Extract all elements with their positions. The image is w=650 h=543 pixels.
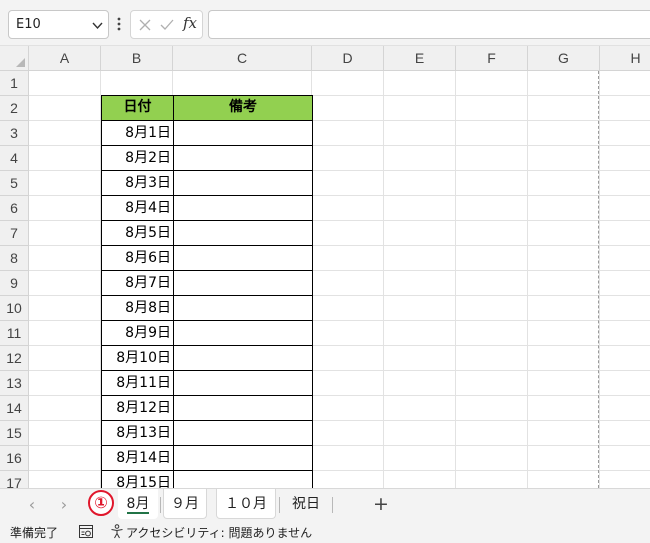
sheet-tab-holidays[interactable]: 祝日 bbox=[284, 489, 328, 519]
sheet-tab-8gatsu[interactable]: 8月 bbox=[118, 489, 158, 519]
row-header-8[interactable]: 8 bbox=[0, 246, 29, 271]
row-header-11[interactable]: 11 bbox=[0, 321, 29, 346]
column-header-g[interactable]: G bbox=[528, 46, 600, 71]
column-header-f[interactable]: F bbox=[456, 46, 528, 71]
cell-area[interactable]: 日付 備考 8月1日 8月2日 8月3日 8月4日 8月5日 8月6日 8月7日 8月8日 8月9日… bbox=[29, 71, 650, 488]
column-header-a[interactable]: A bbox=[29, 46, 101, 71]
date-cell[interactable]: 8月14日 bbox=[101, 445, 174, 471]
row-header-17[interactable]: 17 bbox=[0, 471, 29, 488]
table-header-notes[interactable]: 備考 bbox=[173, 95, 313, 121]
grid-line bbox=[455, 71, 456, 488]
row-header-2[interactable]: 2 bbox=[0, 96, 29, 121]
next-sheet-button[interactable]: › bbox=[54, 495, 74, 515]
row-header-6[interactable]: 6 bbox=[0, 196, 29, 221]
grid-line bbox=[599, 71, 600, 488]
notes-cell[interactable] bbox=[173, 370, 313, 396]
sheet-tab-10gatsu[interactable]: １０月 bbox=[216, 489, 276, 519]
tab-divider bbox=[332, 497, 333, 513]
tab-divider bbox=[279, 497, 280, 513]
notes-cell[interactable] bbox=[173, 445, 313, 471]
date-cell[interactable]: 8月8日 bbox=[101, 295, 174, 321]
date-cell[interactable]: 8月13日 bbox=[101, 420, 174, 446]
tab-divider bbox=[160, 497, 161, 513]
date-cell[interactable]: 8月7日 bbox=[101, 270, 174, 296]
date-cell[interactable]: 8月5日 bbox=[101, 220, 174, 246]
column-header-d[interactable]: D bbox=[312, 46, 384, 71]
notes-cell[interactable] bbox=[173, 145, 313, 171]
row-header-5[interactable]: 5 bbox=[0, 171, 29, 196]
date-cell[interactable]: 8月11日 bbox=[101, 370, 174, 396]
notes-cell[interactable] bbox=[173, 120, 313, 146]
notes-cell[interactable] bbox=[173, 245, 313, 271]
formula-input[interactable] bbox=[208, 10, 650, 39]
notes-cell[interactable] bbox=[173, 320, 313, 346]
notes-cell[interactable] bbox=[173, 195, 313, 221]
row-header-16[interactable]: 16 bbox=[0, 446, 29, 471]
status-ready-text: 準備完了 bbox=[10, 526, 59, 540]
date-cell[interactable]: 8月1日 bbox=[101, 120, 174, 146]
insert-function-icon[interactable]: fx bbox=[183, 14, 197, 32]
accessibility-status-text[interactable]: アクセシビリティ: 問題ありません bbox=[126, 524, 312, 541]
active-tab-indicator bbox=[127, 512, 149, 514]
column-header-h[interactable]: H bbox=[600, 46, 650, 71]
grid-line bbox=[527, 71, 528, 488]
date-cell[interactable]: 8月3日 bbox=[101, 170, 174, 196]
check-icon[interactable] bbox=[160, 18, 174, 32]
notes-cell[interactable] bbox=[173, 220, 313, 246]
step-marker: ① bbox=[88, 490, 114, 516]
date-cell[interactable]: 8月6日 bbox=[101, 245, 174, 271]
notes-cell[interactable] bbox=[173, 270, 313, 296]
column-header-c[interactable]: C bbox=[173, 46, 312, 71]
page-break-line bbox=[598, 71, 599, 488]
sheet-tab-9gatsu[interactable]: ９月 bbox=[163, 489, 207, 519]
table-header-date[interactable]: 日付 bbox=[101, 95, 174, 121]
name-box-value: E10 bbox=[16, 17, 41, 32]
row-header-14[interactable]: 14 bbox=[0, 396, 29, 421]
row-header-15[interactable]: 15 bbox=[0, 421, 29, 446]
name-box[interactable]: E10 bbox=[8, 10, 109, 39]
notes-cell[interactable] bbox=[173, 420, 313, 446]
notes-cell[interactable] bbox=[173, 470, 313, 488]
accessibility-icon[interactable] bbox=[110, 524, 124, 539]
row-header-12[interactable]: 12 bbox=[0, 346, 29, 371]
formula-bar: E10 fx bbox=[0, 0, 650, 46]
macro-record-icon[interactable] bbox=[79, 525, 93, 538]
notes-cell[interactable] bbox=[173, 395, 313, 421]
worksheet-grid[interactable]: ABCDEFGH 1 2 3 4 5 6 7 8 9 10 11 12 13 14 15 16 17 日付 備考 8… bbox=[0, 46, 650, 488]
column-header-b[interactable]: B bbox=[101, 46, 173, 71]
date-cell[interactable]: 8月2日 bbox=[101, 145, 174, 171]
date-cell[interactable]: 8月10日 bbox=[101, 345, 174, 371]
cancel-icon[interactable] bbox=[138, 18, 152, 32]
add-sheet-button[interactable]: + bbox=[370, 493, 392, 515]
previous-sheet-button[interactable]: ‹ bbox=[22, 495, 42, 515]
date-cell[interactable]: 8月9日 bbox=[101, 320, 174, 346]
row-header-7[interactable]: 7 bbox=[0, 221, 29, 246]
sheet-tab-bar: ‹ › 8月 ① ９月 １０月 祝日 + bbox=[0, 488, 650, 520]
row-header-1[interactable]: 1 bbox=[0, 71, 29, 96]
column-header-e[interactable]: E bbox=[384, 46, 456, 71]
row-header-13[interactable]: 13 bbox=[0, 371, 29, 396]
notes-cell[interactable] bbox=[173, 345, 313, 371]
row-header-3[interactable]: 3 bbox=[0, 121, 29, 146]
row-header-9[interactable]: 9 bbox=[0, 271, 29, 296]
date-cell[interactable]: 8月4日 bbox=[101, 195, 174, 221]
chevron-down-icon[interactable] bbox=[91, 19, 104, 32]
sheet-tab-label: 8月 bbox=[126, 496, 150, 512]
row-header-4[interactable]: 4 bbox=[0, 146, 29, 171]
status-bar: 準備完了 アクセシビリティ: 問題ありません bbox=[0, 520, 650, 543]
row-header-10[interactable]: 10 bbox=[0, 296, 29, 321]
more-options-icon[interactable] bbox=[114, 14, 124, 34]
date-cell[interactable]: 8月12日 bbox=[101, 395, 174, 421]
date-cell[interactable]: 8月15日 bbox=[101, 470, 174, 488]
grid-line bbox=[383, 71, 384, 488]
formula-controls: fx bbox=[130, 10, 203, 39]
notes-cell[interactable] bbox=[173, 295, 313, 321]
select-all-button[interactable] bbox=[0, 46, 29, 71]
notes-cell[interactable] bbox=[173, 170, 313, 196]
